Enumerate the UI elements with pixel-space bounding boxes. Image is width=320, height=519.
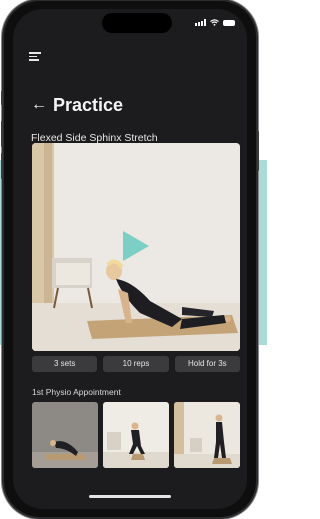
phone-frame: ← Practice Flexed Side Sphinx Stretch 3 … <box>1 1 259 517</box>
exercise-parameters: 3 sets 10 reps Hold for 3s <box>32 356 240 372</box>
device-mockup: ← Practice Flexed Side Sphinx Stretch 3 … <box>0 0 267 519</box>
arrow-left-icon[interactable]: ← <box>31 95 47 115</box>
exercise-thumbnail-image <box>103 402 169 468</box>
exercise-thumbnail-image <box>174 402 240 468</box>
appointment-section-label: 1st Physio Appointment <box>32 387 121 397</box>
side-button <box>1 91 3 105</box>
app-screen: ← Practice Flexed Side Sphinx Stretch 3 … <box>13 9 247 509</box>
page-title: Practice <box>53 95 124 115</box>
sets-chip: 3 sets <box>32 356 98 372</box>
status-bar <box>195 19 235 26</box>
exercise-thumbnail-list <box>32 402 240 468</box>
dynamic-island <box>102 13 172 33</box>
exercise-thumbnail[interactable] <box>174 402 240 468</box>
play-icon[interactable] <box>123 231 149 261</box>
hold-chip: Hold for 3s <box>174 356 240 372</box>
volume-down-button <box>1 153 3 179</box>
exercise-thumbnail-image <box>32 402 98 468</box>
cellular-signal-icon <box>195 19 206 26</box>
page-header: ← Practice <box>31 95 123 115</box>
reps-chip: 10 reps <box>103 356 169 372</box>
exercise-thumbnail[interactable] <box>32 402 98 468</box>
battery-icon <box>223 19 235 26</box>
exercise-thumbnail[interactable] <box>103 402 169 468</box>
power-button <box>257 131 259 171</box>
home-indicator[interactable] <box>89 495 171 498</box>
volume-up-button <box>1 121 3 147</box>
hamburger-menu-icon[interactable] <box>29 52 41 63</box>
wifi-icon <box>210 19 219 26</box>
exercise-video[interactable] <box>32 143 240 351</box>
